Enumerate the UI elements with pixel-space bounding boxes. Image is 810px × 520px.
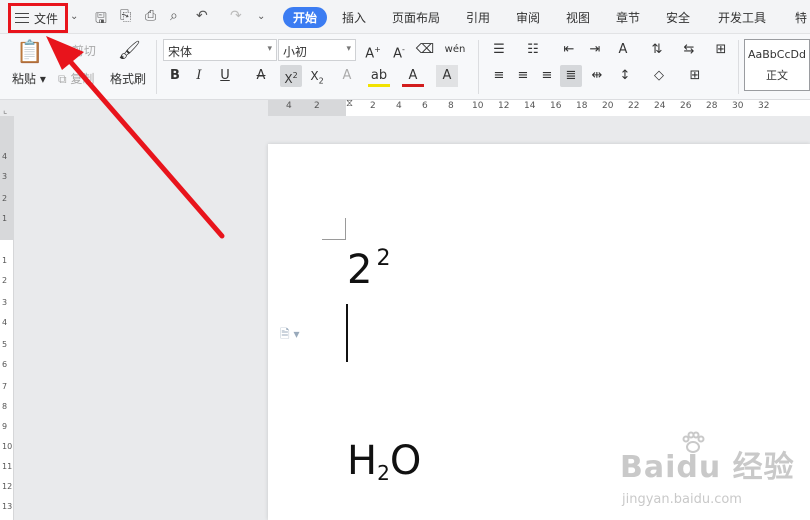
watermark: Baidu 经验 jingyan.baidu.com [610, 430, 810, 520]
watermark-url: jingyan.baidu.com [622, 492, 742, 507]
watermark-brand: Baidu 经验 [620, 450, 795, 485]
